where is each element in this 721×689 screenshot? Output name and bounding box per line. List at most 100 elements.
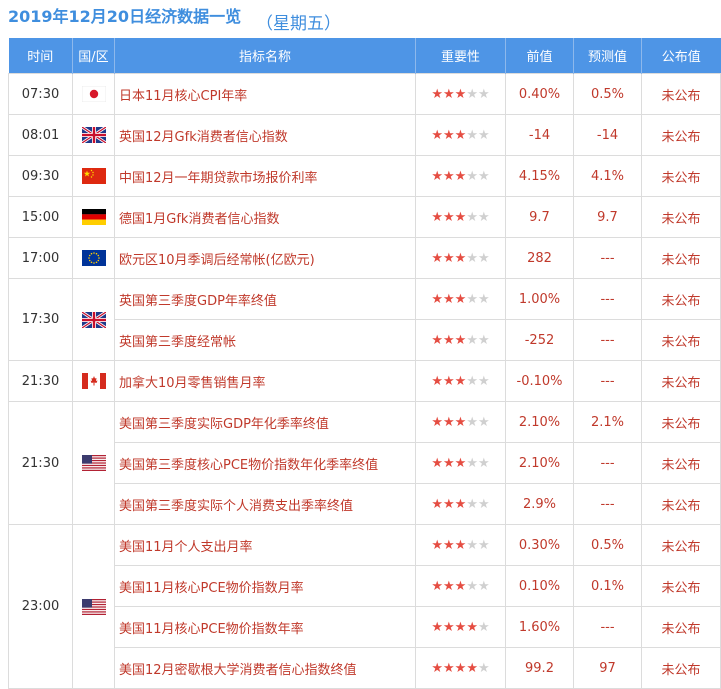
table-row[interactable]: 美国第三季度核心PCE物价指数年化季率终值 ★★★★★ 2.10% --- 未公布 [9, 442, 721, 484]
table-row[interactable]: 07:30 日本11月核心CPI年率 ★★★★★ 0.40% 0.5% 未公布 [8, 73, 721, 115]
forecast-value: 2.1% [573, 401, 642, 443]
star-filled-icon: ★ [431, 414, 444, 430]
star-filled-icon: ★ [454, 209, 467, 225]
forecast-value: 0.5% [573, 524, 642, 566]
indicator-link[interactable]: 美国12月密歇根大学消费者信心指数终值 [119, 663, 357, 678]
actual-value: 未公布 [641, 319, 721, 361]
star-filled-icon: ★ [431, 373, 444, 389]
forecast-value: --- [573, 442, 642, 484]
table-row[interactable]: 21:30 美国第三季度实际GDP年化季率终值 ★★★★★ 2.10% 2.1% 未公布 [8, 401, 721, 525]
indicator-name[interactable]: 美国12月密歇根大学消费者信心指数终值 [114, 647, 416, 689]
indicator-name[interactable]: 美国第三季度实际GDP年化季率终值 [114, 401, 416, 443]
forecast-value: 4.1% [573, 155, 642, 197]
indicator-link[interactable]: 美国第三季度实际GDP年化季率终值 [119, 417, 329, 432]
star-filled-icon: ★ [431, 127, 444, 143]
table-row[interactable]: 23:00 美国11月个人支出月率 ★★★★★ 0.30% 0.5% 未公布 [8, 524, 721, 689]
star-filled-icon: ★ [443, 455, 455, 471]
table-row[interactable]: 15:00 德国1月Gfk消费者信心指数 ★★★★★ 9.7 9.7 未公布 [8, 196, 721, 238]
star-empty-icon: ★ [477, 414, 490, 430]
indicator-link[interactable]: 美国第三季度实际个人消费支出季率终值 [119, 499, 353, 514]
star-filled-icon: ★ [454, 373, 467, 389]
indicator-name[interactable]: 英国第三季度经常帐 [114, 319, 416, 361]
region-cell [72, 401, 115, 525]
importance-cell: ★★★★★ [415, 278, 506, 320]
star-filled-icon: ★ [454, 496, 467, 512]
column-header-importance: 重要性 [415, 38, 506, 74]
actual-value: 未公布 [641, 114, 721, 156]
star-filled-icon: ★ [443, 578, 455, 594]
importance-cell: ★★★★★ [415, 401, 506, 443]
importance-stars: ★★★★★ [431, 579, 489, 594]
indicator-name[interactable]: 美国11月个人支出月率 [114, 524, 416, 566]
indicator-link[interactable]: 加拿大10月零售销售月率 [119, 376, 266, 391]
star-empty-icon: ★ [477, 250, 490, 266]
star-filled-icon: ★ [454, 414, 467, 430]
indicator-link[interactable]: 中国12月一年期贷款市场报价利率 [119, 171, 318, 186]
indicator-name[interactable]: 德国1月Gfk消费者信心指数 [114, 196, 416, 238]
star-filled-icon: ★ [454, 537, 467, 553]
table-row[interactable]: 美国11月核心PCE物价指数月率 ★★★★★ 0.10% 0.1% 未公布 [9, 565, 721, 607]
importance-cell: ★★★★★ [415, 196, 506, 238]
time-text: 21:30 [21, 373, 60, 389]
indicator-link[interactable]: 美国11月核心PCE物价指数年率 [119, 622, 304, 637]
star-empty-icon: ★ [477, 209, 490, 225]
star-filled-icon: ★ [454, 660, 467, 676]
region-cell [72, 73, 115, 115]
star-filled-icon: ★ [431, 168, 444, 184]
importance-cell: ★★★★★ [415, 237, 506, 279]
table-row[interactable]: 09:30 中国12月一年期贷款市场报价利率 ★★★★★ 4.15% 4.1% 未公布 [8, 155, 721, 197]
actual-value: 未公布 [641, 606, 721, 648]
star-empty-icon: ★ [466, 250, 478, 266]
star-empty-icon: ★ [477, 373, 490, 389]
previous-value: 1.00% [505, 278, 574, 320]
time-text: 17:30 [21, 312, 60, 327]
importance-cell: ★★★★★ [415, 524, 506, 566]
indicator-name[interactable]: 英国第三季度GDP年率终值 [114, 278, 416, 320]
time-text: 09:30 [21, 168, 60, 184]
time-text: 15:00 [21, 209, 60, 225]
indicator-link[interactable]: 美国第三季度核心PCE物价指数年化季率终值 [119, 458, 378, 473]
table-row[interactable]: 17:00 欧元区10月季调后经常帐(亿欧元) ★★★★★ 282 --- 未公布 [8, 237, 721, 279]
indicator-name[interactable]: 美国11月核心PCE物价指数年率 [114, 606, 416, 648]
us-flag-icon [81, 598, 106, 615]
actual-value: 未公布 [641, 483, 721, 525]
table-row[interactable]: 21:30 加拿大10月零售销售月率 ★★★★★ -0.10% --- 未公布 [8, 360, 721, 402]
indicator-link[interactable]: 美国11月个人支出月率 [119, 540, 253, 555]
indicator-name[interactable]: 美国第三季度实际个人消费支出季率终值 [114, 483, 416, 525]
table-row[interactable]: 08:01 英国12月Gfk消费者信心指数 ★★★★★ -14 -14 未公布 [8, 114, 721, 156]
region-cell [72, 155, 115, 197]
table-row[interactable]: 英国第三季度经常帐 ★★★★★ -252 --- 未公布 [9, 319, 721, 361]
indicator-link[interactable]: 英国12月Gfk消费者信心指数 [119, 130, 288, 145]
indicator-name[interactable]: 日本11月核心CPI年率 [114, 73, 416, 115]
actual-value: 未公布 [641, 73, 721, 115]
indicator-name[interactable]: 英国12月Gfk消费者信心指数 [114, 114, 416, 156]
star-filled-icon: ★ [454, 250, 467, 266]
forecast-value: -14 [573, 114, 642, 156]
table-row[interactable]: 17:30 英国第三季度GDP年率终值 ★★★★★ 1.00% --- 未公布 [8, 278, 721, 361]
indicator-link[interactable]: 德国1月Gfk消费者信心指数 [119, 212, 279, 227]
indicator-link[interactable]: 美国11月核心PCE物价指数月率 [119, 581, 304, 596]
time-cell: 09:30 [8, 155, 73, 197]
indicator-name[interactable]: 美国11月核心PCE物价指数月率 [114, 565, 416, 607]
region-cell [72, 196, 115, 238]
indicator-name[interactable]: 美国第三季度核心PCE物价指数年化季率终值 [114, 442, 416, 484]
importance-stars: ★★★★★ [431, 169, 489, 184]
indicator-name[interactable]: 中国12月一年期贷款市场报价利率 [114, 155, 416, 197]
table-row[interactable]: 美国第三季度实际个人消费支出季率终值 ★★★★★ 2.9% --- 未公布 [9, 483, 721, 525]
indicator-name[interactable]: 加拿大10月零售销售月率 [114, 360, 416, 402]
star-empty-icon: ★ [466, 537, 478, 553]
star-empty-icon: ★ [466, 496, 478, 512]
star-filled-icon: ★ [443, 619, 455, 635]
indicator-link[interactable]: 日本11月核心CPI年率 [119, 89, 247, 104]
indicator-link[interactable]: 英国第三季度经常帐 [119, 335, 236, 350]
table-row[interactable]: 美国11月核心PCE物价指数年率 ★★★★★ 1.60% --- 未公布 [9, 606, 721, 648]
table-row[interactable]: 美国12月密歇根大学消费者信心指数终值 ★★★★★ 99.2 97 未公布 [9, 647, 721, 689]
indicator-link[interactable]: 英国第三季度GDP年率终值 [119, 294, 277, 309]
economic-data-table: 时间 国/区 指标名称 重要性 前值 预测值 公布值 07:30 日本11月核心C… [8, 38, 721, 689]
actual-value: 未公布 [641, 360, 721, 402]
importance-cell: ★★★★★ [415, 442, 506, 484]
indicator-link[interactable]: 欧元区10月季调后经常帐(亿欧元) [119, 253, 315, 268]
star-filled-icon: ★ [443, 660, 455, 676]
indicator-name[interactable]: 欧元区10月季调后经常帐(亿欧元) [114, 237, 416, 279]
star-empty-icon: ★ [466, 414, 478, 430]
